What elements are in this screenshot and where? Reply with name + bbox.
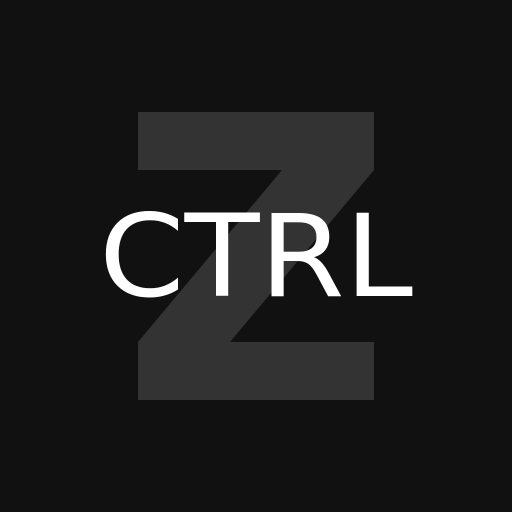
logo-wordmark-ctrl: CTRL [99,190,413,323]
logo-wordmark-text: CTRL [99,190,413,323]
app-logo: CTRL [0,0,512,512]
